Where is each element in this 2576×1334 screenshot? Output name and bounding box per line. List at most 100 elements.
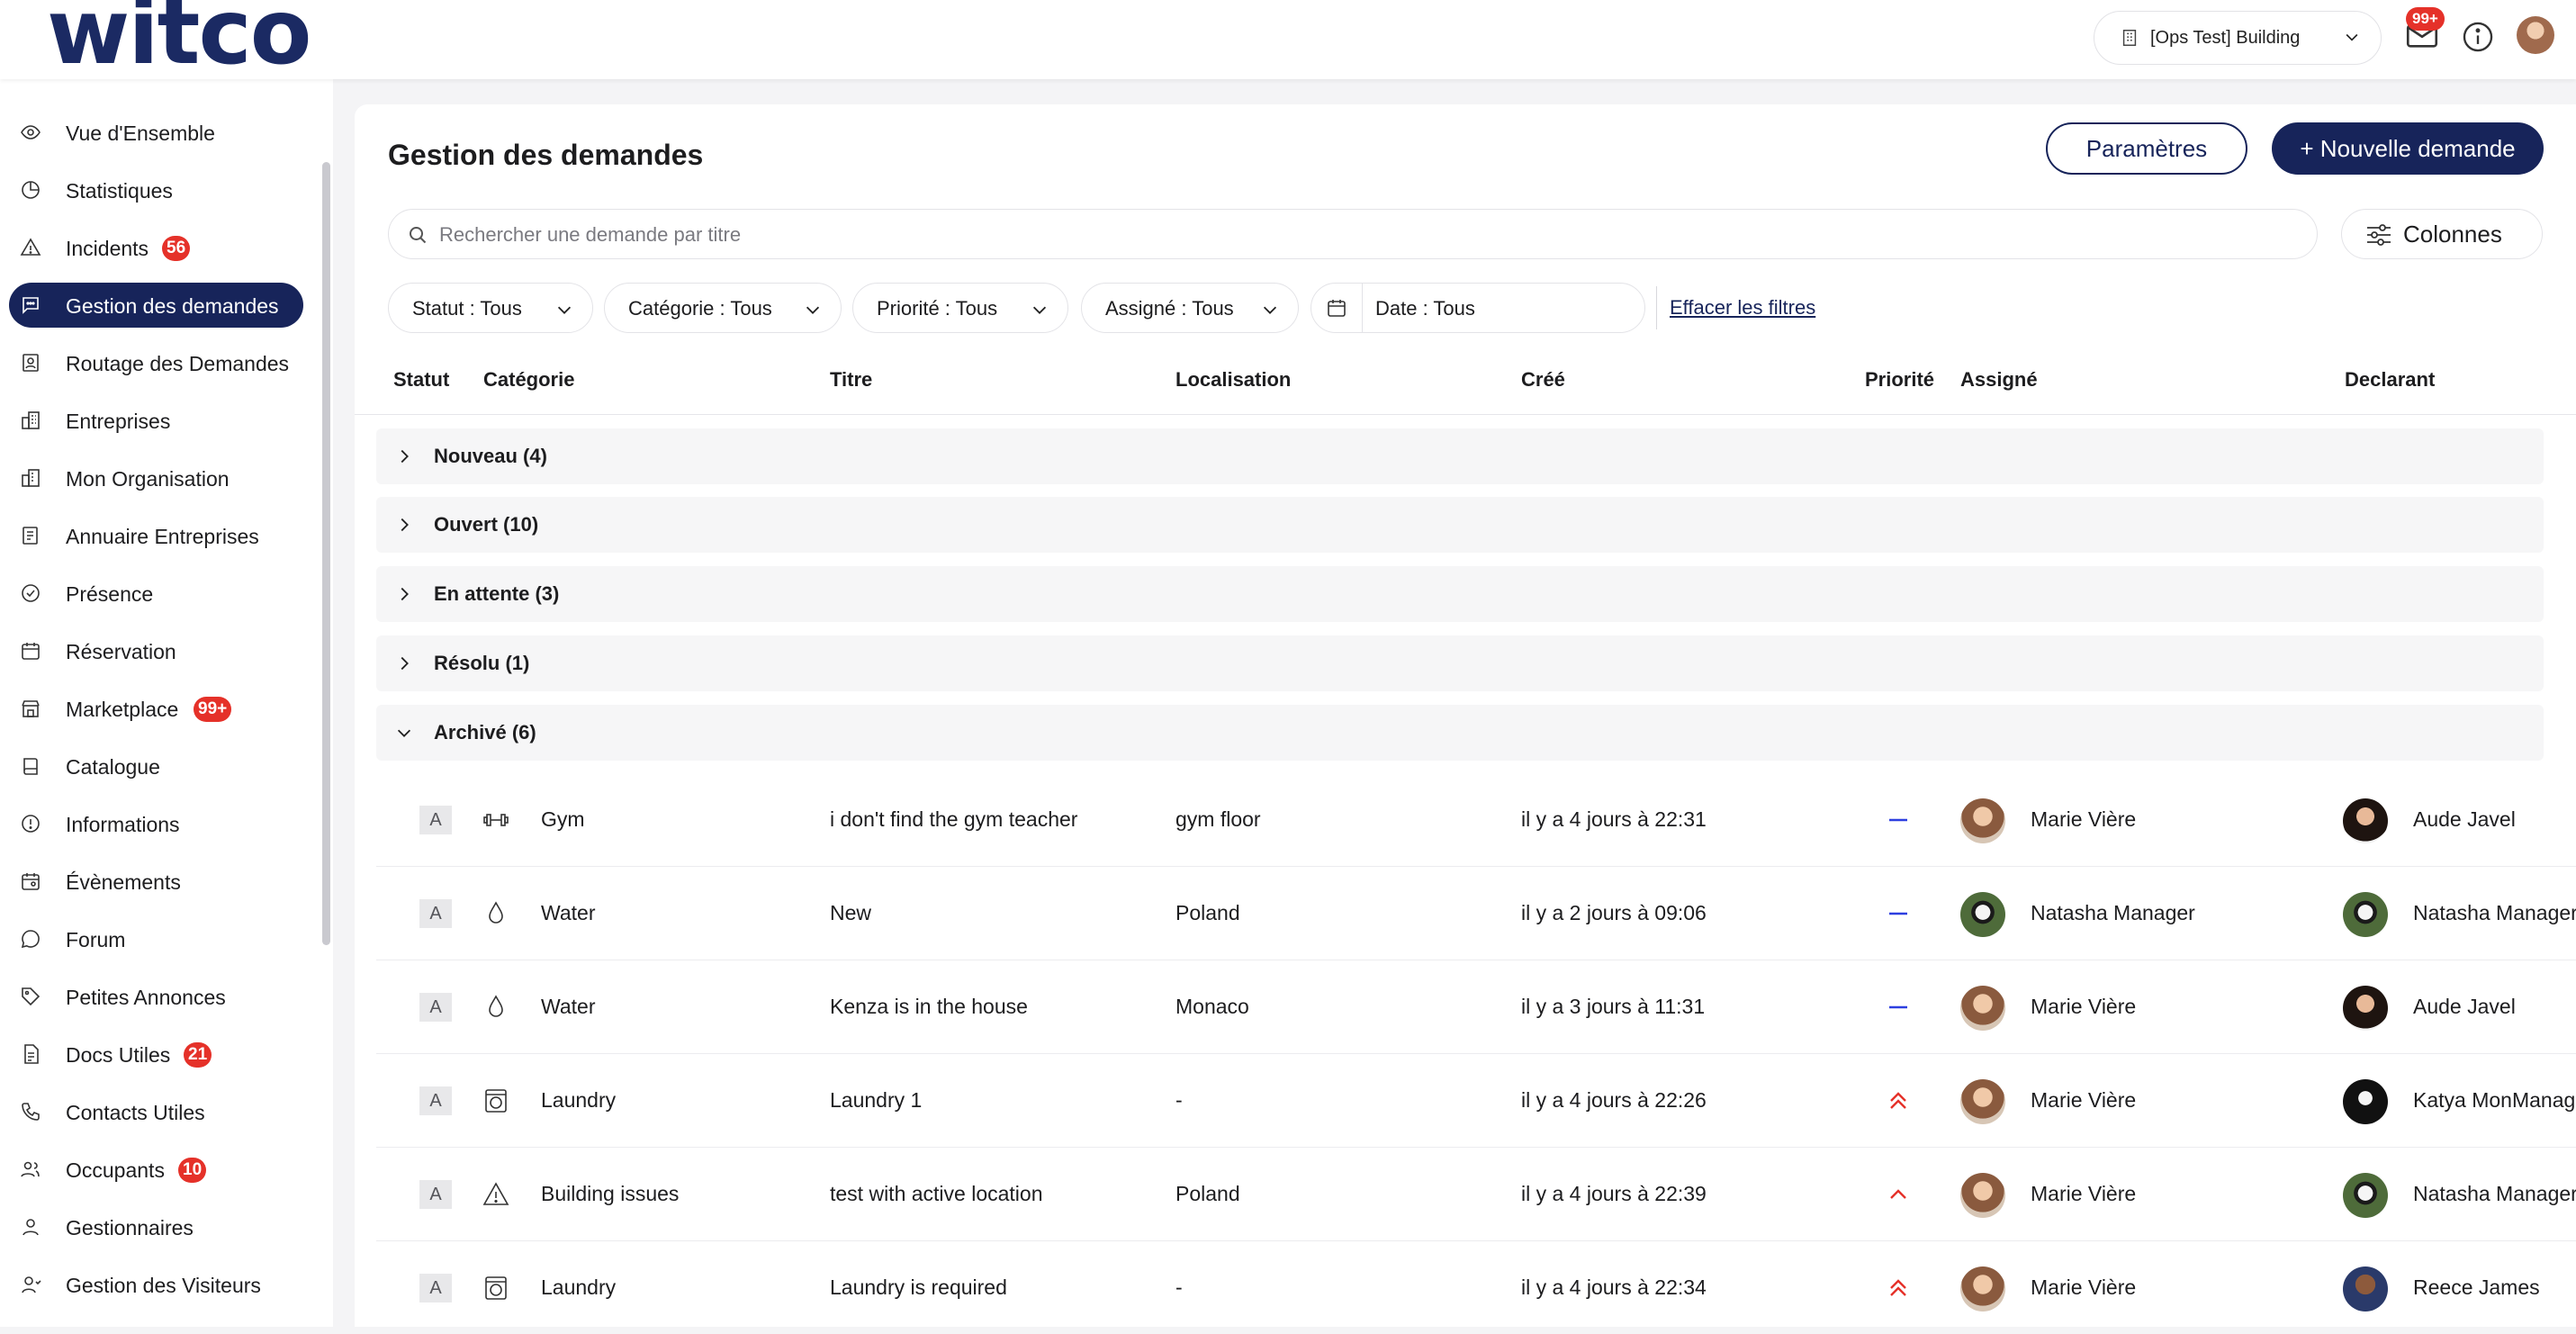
sidebar-item-evenements[interactable]: Évènements — [9, 859, 303, 904]
sidebar-item-label: Marketplace — [66, 698, 179, 721]
chevron-down-icon — [806, 306, 820, 314]
chevron-right-icon — [401, 449, 409, 464]
column-header-priority[interactable]: Priorité — [1865, 368, 1934, 392]
date-filter[interactable]: Date : Tous — [1311, 283, 1645, 333]
group-row-nouveau[interactable]: Nouveau (4) — [376, 428, 2544, 484]
priority-urgent-icon — [1890, 1279, 1906, 1296]
warning-icon — [482, 1182, 509, 1205]
sidebar-item-label: Évènements — [66, 870, 181, 894]
sidebar-item-gestion-demandes[interactable]: Gestion des demandes — [9, 283, 303, 328]
sidebar-item-gestionnaires[interactable]: Gestionnaires — [9, 1204, 303, 1249]
sidebar-item-incidents[interactable]: Incidents 56 — [9, 225, 303, 270]
category-cell: Gym — [541, 807, 585, 831]
avatar — [1960, 1079, 2005, 1124]
sidebar-item-marketplace[interactable]: Marketplace 99+ — [9, 686, 303, 731]
table-row[interactable]: A Water Kenza is in the house Monaco il … — [376, 960, 2576, 1054]
column-header-created[interactable]: Créé — [1521, 368, 1565, 392]
avatar — [1960, 798, 2005, 843]
status-badge: A — [419, 806, 452, 834]
avatar — [2343, 1173, 2388, 1218]
building-selector[interactable]: [Ops Test] Building — [2094, 11, 2382, 65]
sidebar-item-label: Annuaire Entreprises — [66, 525, 259, 548]
assignee-cell: Marie Vière — [2031, 1087, 2137, 1112]
sidebar-scrollbar[interactable] — [322, 162, 330, 945]
sidebar: Vue d'Ensemble Statistiques Incidents 56… — [0, 79, 333, 1327]
category-filter[interactable]: Catégorie : Tous — [604, 283, 842, 333]
search-input[interactable] — [437, 219, 2241, 251]
sidebar-item-statistiques[interactable]: Statistiques — [9, 167, 303, 212]
water-drop-icon — [489, 995, 503, 1017]
location-cell: Monaco — [1175, 994, 1249, 1018]
new-request-button[interactable]: + Nouvelle demande — [2272, 122, 2544, 175]
sidebar-item-forum[interactable]: Forum — [9, 916, 303, 961]
sidebar-item-contacts-utiles[interactable]: Contacts Utiles — [9, 1089, 303, 1134]
phone-icon — [22, 1103, 40, 1121]
status-badge: A — [419, 1180, 452, 1209]
sidebar-item-gestion-visiteurs[interactable]: Gestion des Visiteurs — [9, 1262, 303, 1307]
assignee-cell: Marie Vière — [2031, 807, 2137, 831]
chevron-right-icon — [401, 656, 409, 671]
info-icon[interactable] — [2461, 20, 2495, 54]
column-header-title[interactable]: Titre — [830, 368, 872, 392]
declarant-cell: Aude Javel — [2413, 807, 2516, 831]
sidebar-item-informations[interactable]: Informations — [9, 801, 303, 846]
calendar-icon — [22, 643, 40, 660]
witco-logo[interactable]: witco — [47, 0, 311, 77]
sidebar-item-label: Petites Annonces — [66, 986, 226, 1009]
sidebar-item-vue-ensemble[interactable]: Vue d'Ensemble — [9, 110, 303, 155]
table-row[interactable]: A Building issues test with active locat… — [376, 1147, 2576, 1241]
columns-button[interactable]: Colonnes — [2341, 209, 2543, 259]
category-cell: Laundry — [541, 1275, 617, 1299]
eye-icon — [21, 125, 41, 140]
status-filter-label: Statut : Tous — [412, 297, 522, 320]
sliders-icon — [2367, 224, 2391, 246]
sidebar-item-entreprises[interactable]: Entreprises — [9, 398, 303, 443]
group-row-resolu[interactable]: Résolu (1) — [376, 635, 2544, 691]
column-header-status[interactable]: Statut — [393, 368, 449, 392]
chevron-down-icon — [1263, 306, 1277, 314]
sidebar-item-annuaire[interactable]: Annuaire Entreprises — [9, 513, 303, 558]
column-header-location[interactable]: Localisation — [1175, 368, 1291, 392]
chat-icon — [23, 297, 39, 314]
avatar — [2343, 798, 2388, 843]
column-header-category[interactable]: Catégorie — [483, 368, 574, 392]
search-icon — [410, 227, 427, 244]
priority-filter[interactable]: Priorité : Tous — [852, 283, 1068, 333]
sidebar-item-routage[interactable]: Routage des Demandes — [9, 340, 303, 385]
sidebar-item-label: Routage des Demandes — [66, 352, 290, 375]
location-cell: - — [1175, 1087, 1183, 1112]
table-row[interactable]: A Laundry Laundry 1 - il y a 4 jours à 2… — [376, 1053, 2576, 1148]
assignee-filter-label: Assigné : Tous — [1105, 297, 1234, 320]
group-label: Résolu (1) — [434, 652, 530, 674]
avatar — [1960, 892, 2005, 937]
clear-filters-link[interactable]: Effacer les filtres — [1670, 296, 1815, 320]
avatar — [1960, 1266, 2005, 1311]
sidebar-item-reservation[interactable]: Réservation — [9, 628, 303, 673]
title-cell: New — [830, 900, 872, 924]
sidebar-item-petites-annonces[interactable]: Petites Annonces — [9, 974, 303, 1019]
group-row-archive[interactable]: Archivé (6) — [376, 705, 2544, 761]
location-cell: Poland — [1175, 1181, 1240, 1205]
group-row-en-attente[interactable]: En attente (3) — [376, 566, 2544, 622]
table-row[interactable]: A Laundry Laundry is required - il y a 4… — [376, 1240, 2576, 1334]
assignee-filter[interactable]: Assigné : Tous — [1081, 283, 1299, 333]
priority-high-icon — [1890, 1189, 1906, 1199]
sidebar-item-occupants[interactable]: Occupants 10 — [9, 1147, 303, 1192]
user-avatar[interactable] — [2517, 16, 2554, 54]
title-cell: Laundry 1 — [830, 1087, 923, 1112]
sidebar-item-catalogue[interactable]: Catalogue — [9, 744, 303, 789]
column-header-declarant[interactable]: Declarant — [2345, 368, 2435, 392]
column-header-assignee[interactable]: Assigné — [1960, 368, 2038, 392]
group-row-ouvert[interactable]: Ouvert (10) — [376, 497, 2544, 553]
sidebar-item-presence[interactable]: Présence — [9, 571, 303, 616]
water-drop-icon — [489, 901, 503, 924]
sidebar-item-docs-utiles[interactable]: Docs Utiles 21 — [9, 1032, 303, 1077]
status-filter[interactable]: Statut : Tous — [388, 283, 593, 333]
building-selector-label: [Ops Test] Building — [2150, 27, 2301, 48]
sidebar-item-label: Occupants — [66, 1158, 165, 1182]
table-row[interactable]: A Gym i don't find the gym teacher gym f… — [376, 772, 2576, 867]
sidebar-item-mon-organisation[interactable]: Mon Organisation — [9, 455, 303, 500]
table-row[interactable]: A Water New Poland il y a 2 jours à 09:0… — [376, 866, 2576, 960]
book-icon — [23, 758, 38, 775]
parametres-button[interactable]: Paramètres — [2046, 122, 2247, 175]
